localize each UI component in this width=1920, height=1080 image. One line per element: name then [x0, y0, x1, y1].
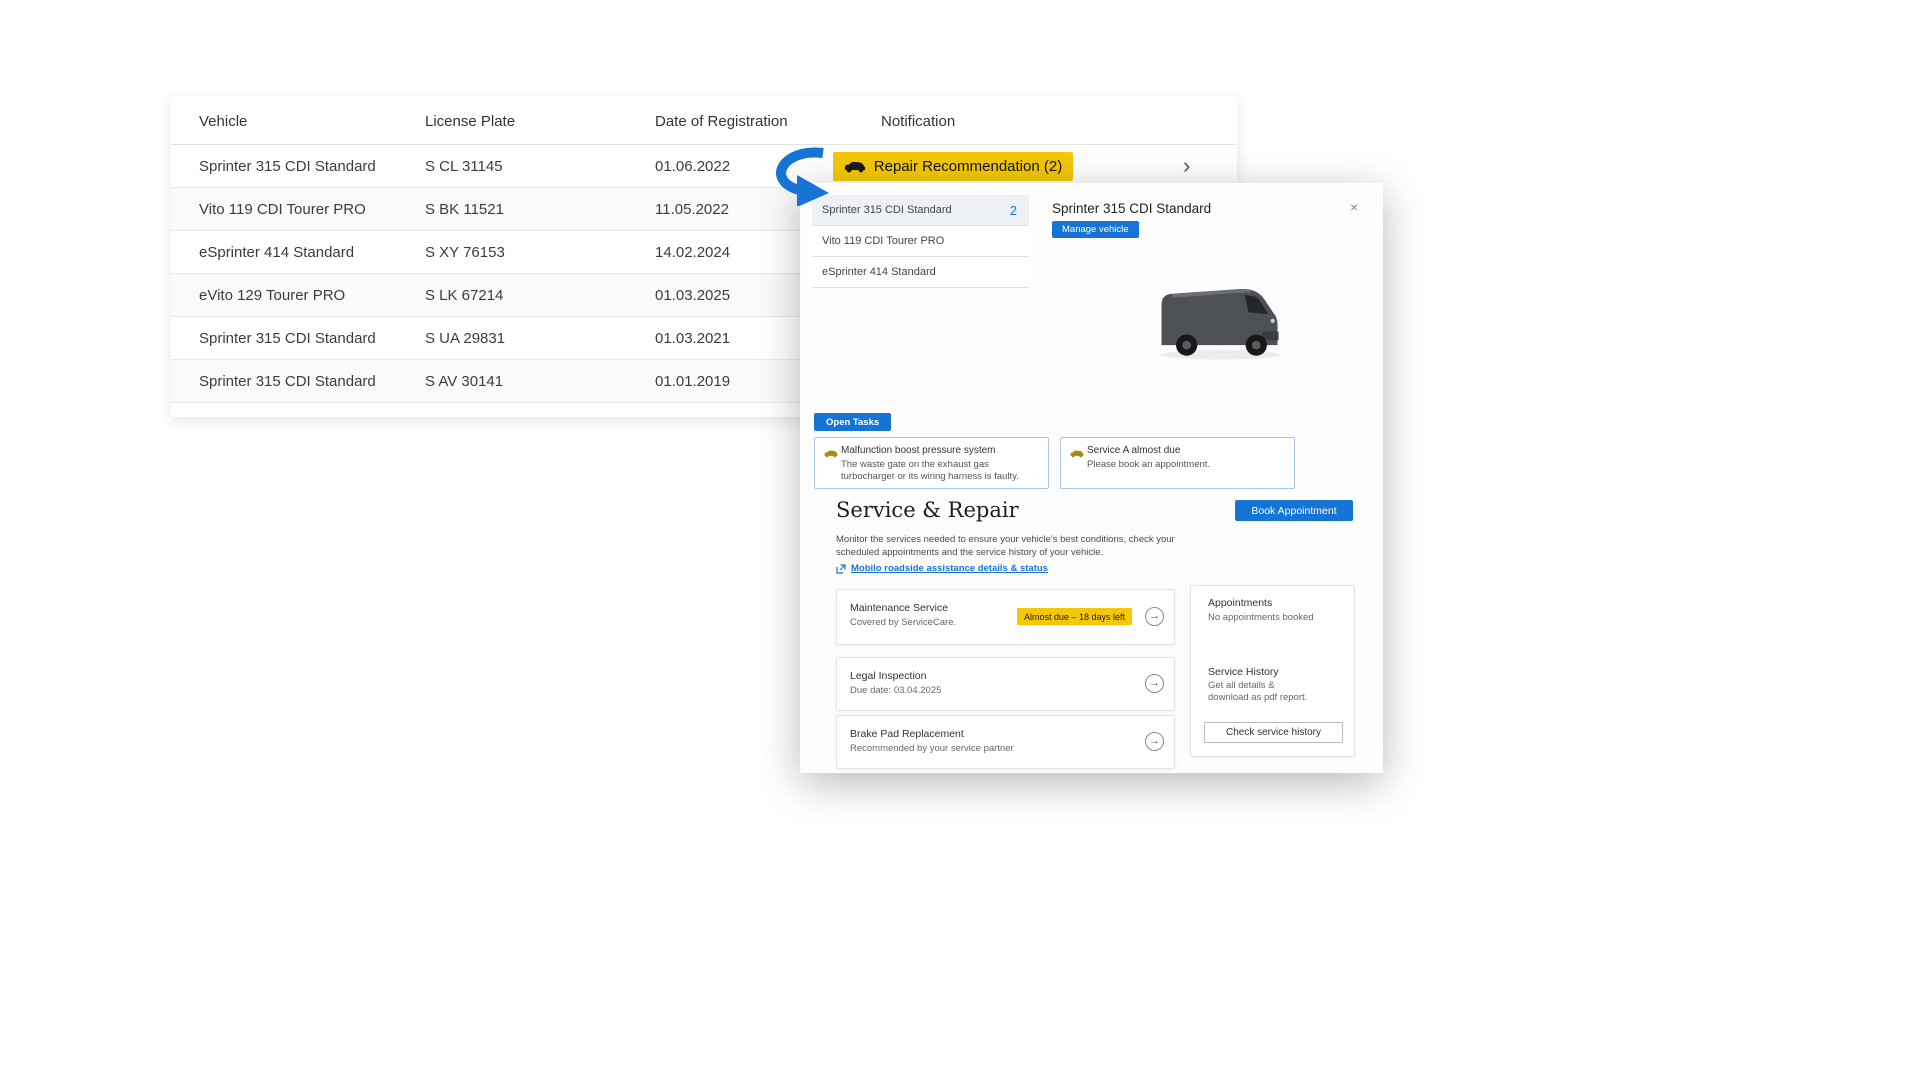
open-task-count-badge: 2	[1010, 195, 1017, 226]
date-cell: 01.06.2022	[655, 158, 730, 175]
popup-title: Sprinter 315 CDI Standard	[1052, 201, 1211, 216]
date-cell: 14.02.2024	[655, 244, 730, 261]
vehicle-cell: Sprinter 315 CDI Standard	[199, 158, 376, 175]
plate-cell: S AV 30141	[425, 373, 503, 390]
task-description-line: The waste gate on the exhaust gas	[841, 459, 1048, 471]
car-warning-icon	[1070, 449, 1084, 458]
service-title: Brake Pad Replacement	[850, 728, 964, 740]
vehicle-cell: Vito 119 CDI Tourer PRO	[199, 201, 366, 218]
brake-pad-replacement-card[interactable]: Brake Pad Replacement Recommended by you…	[836, 715, 1175, 769]
vehicle-detail-popup: Sprinter 315 CDI Standard 2 Vito 119 CDI…	[800, 183, 1383, 773]
close-icon[interactable]: ×	[1350, 199, 1358, 215]
almost-due-badge: Almost due – 18 days left	[1017, 608, 1132, 625]
table-row[interactable]: Sprinter 315 CDI Standard S CL 31145 01.…	[171, 145, 1237, 188]
vehicle-list-item[interactable]: Vito 119 CDI Tourer PRO	[812, 226, 1029, 257]
mobilo-assistance-link[interactable]: Mobilo roadside assistance details & sta…	[851, 563, 1048, 574]
chevron-right-icon[interactable]: ›	[1183, 151, 1190, 181]
header-notification: Notification	[881, 113, 955, 130]
plate-cell: S BK 11521	[425, 201, 504, 218]
description-line: scheduled appointments and the service h…	[836, 546, 1175, 559]
service-subtitle: Due date: 03.04.2025	[850, 685, 941, 696]
screen: Vehicle License Plate Date of Registrati…	[0, 0, 1920, 1080]
arrow-right-icon[interactable]: →	[1145, 674, 1164, 693]
task-description-line: turbocharger or its wiring harness is fa…	[841, 471, 1048, 483]
legal-inspection-card[interactable]: Legal Inspection Due date: 03.04.2025 →	[836, 657, 1175, 711]
maintenance-service-card[interactable]: Maintenance Service Covered by ServiceCa…	[836, 589, 1175, 645]
external-link-icon	[836, 564, 846, 574]
table-header-row: Vehicle License Plate Date of Registrati…	[171, 96, 1237, 145]
plate-cell: S LK 67214	[425, 287, 503, 304]
plate-cell: S UA 29831	[425, 330, 505, 347]
open-tasks-button[interactable]: Open Tasks	[814, 413, 891, 431]
mobilo-link-row[interactable]: Mobilo roadside assistance details & sta…	[836, 563, 1048, 574]
task-description-line: Please book an appointment.	[1087, 459, 1294, 471]
task-title: Malfunction boost pressure system	[841, 445, 1048, 456]
pointer-arrow-icon	[765, 146, 840, 206]
open-task-card[interactable]: Malfunction boost pressure system The wa…	[814, 437, 1049, 489]
repair-recommendation-button[interactable]: Repair Recommendation (2)	[833, 152, 1073, 181]
vehicle-list: Sprinter 315 CDI Standard 2 Vito 119 CDI…	[812, 195, 1029, 288]
task-text: Service A almost due Please book an appo…	[1087, 445, 1294, 471]
task-text: Malfunction boost pressure system The wa…	[841, 445, 1048, 482]
car-warning-icon	[824, 449, 838, 458]
vehicle-cell: Sprinter 315 CDI Standard	[199, 330, 376, 347]
service-history-line: download as pdf report.	[1208, 692, 1307, 704]
header-date-of-registration: Date of Registration	[655, 113, 788, 130]
description-line: Monitor the services needed to ensure yo…	[836, 533, 1175, 546]
header-vehicle: Vehicle	[199, 113, 247, 130]
vehicle-cell: eSprinter 414 Standard	[199, 244, 354, 261]
vehicle-list-item-label: Sprinter 315 CDI Standard	[822, 204, 952, 216]
manage-vehicle-button[interactable]: Manage vehicle	[1052, 221, 1139, 238]
vehicle-image	[1148, 275, 1293, 368]
book-appointment-button[interactable]: Book Appointment	[1235, 500, 1353, 521]
service-history-title: Service History	[1208, 666, 1279, 678]
vehicle-cell: eVito 129 Tourer PRO	[199, 287, 345, 304]
vehicle-list-item[interactable]: Sprinter 315 CDI Standard 2	[812, 195, 1029, 226]
check-service-history-button[interactable]: Check service history	[1204, 722, 1343, 743]
car-icon	[844, 160, 866, 173]
appointments-title: Appointments	[1208, 597, 1272, 609]
service-history-line: Get all details &	[1208, 680, 1275, 692]
service-subtitle: Recommended by your service partner	[850, 743, 1014, 754]
service-repair-description: Monitor the services needed to ensure yo…	[836, 533, 1175, 559]
plate-cell: S CL 31145	[425, 158, 503, 175]
arrow-right-icon[interactable]: →	[1145, 732, 1164, 751]
date-cell: 11.05.2022	[655, 201, 729, 218]
arrow-right-icon[interactable]: →	[1145, 607, 1164, 626]
service-subtitle: Covered by ServiceCare.	[850, 617, 956, 628]
task-title: Service A almost due	[1087, 445, 1294, 456]
appointments-history-card: Appointments No appointments booked Serv…	[1190, 585, 1355, 757]
vehicle-cell: Sprinter 315 CDI Standard	[199, 373, 376, 390]
vehicle-list-item[interactable]: eSprinter 414 Standard	[812, 257, 1029, 288]
plate-cell: S XY 76153	[425, 244, 505, 261]
service-title: Legal Inspection	[850, 670, 926, 682]
date-cell: 01.03.2021	[655, 330, 730, 347]
vehicle-list-item-label: eSprinter 414 Standard	[822, 266, 936, 278]
date-cell: 01.03.2025	[655, 287, 730, 304]
service-repair-heading: Service & Repair	[836, 498, 1019, 522]
header-license-plate: License Plate	[425, 113, 515, 130]
open-task-card[interactable]: Service A almost due Please book an appo…	[1060, 437, 1295, 489]
vehicle-list-item-label: Vito 119 CDI Tourer PRO	[822, 235, 944, 247]
date-cell: 01.01.2019	[655, 373, 730, 390]
appointments-subtitle: No appointments booked	[1208, 612, 1314, 624]
service-title: Maintenance Service	[850, 602, 948, 614]
repair-recommendation-label: Repair Recommendation (2)	[874, 158, 1062, 175]
